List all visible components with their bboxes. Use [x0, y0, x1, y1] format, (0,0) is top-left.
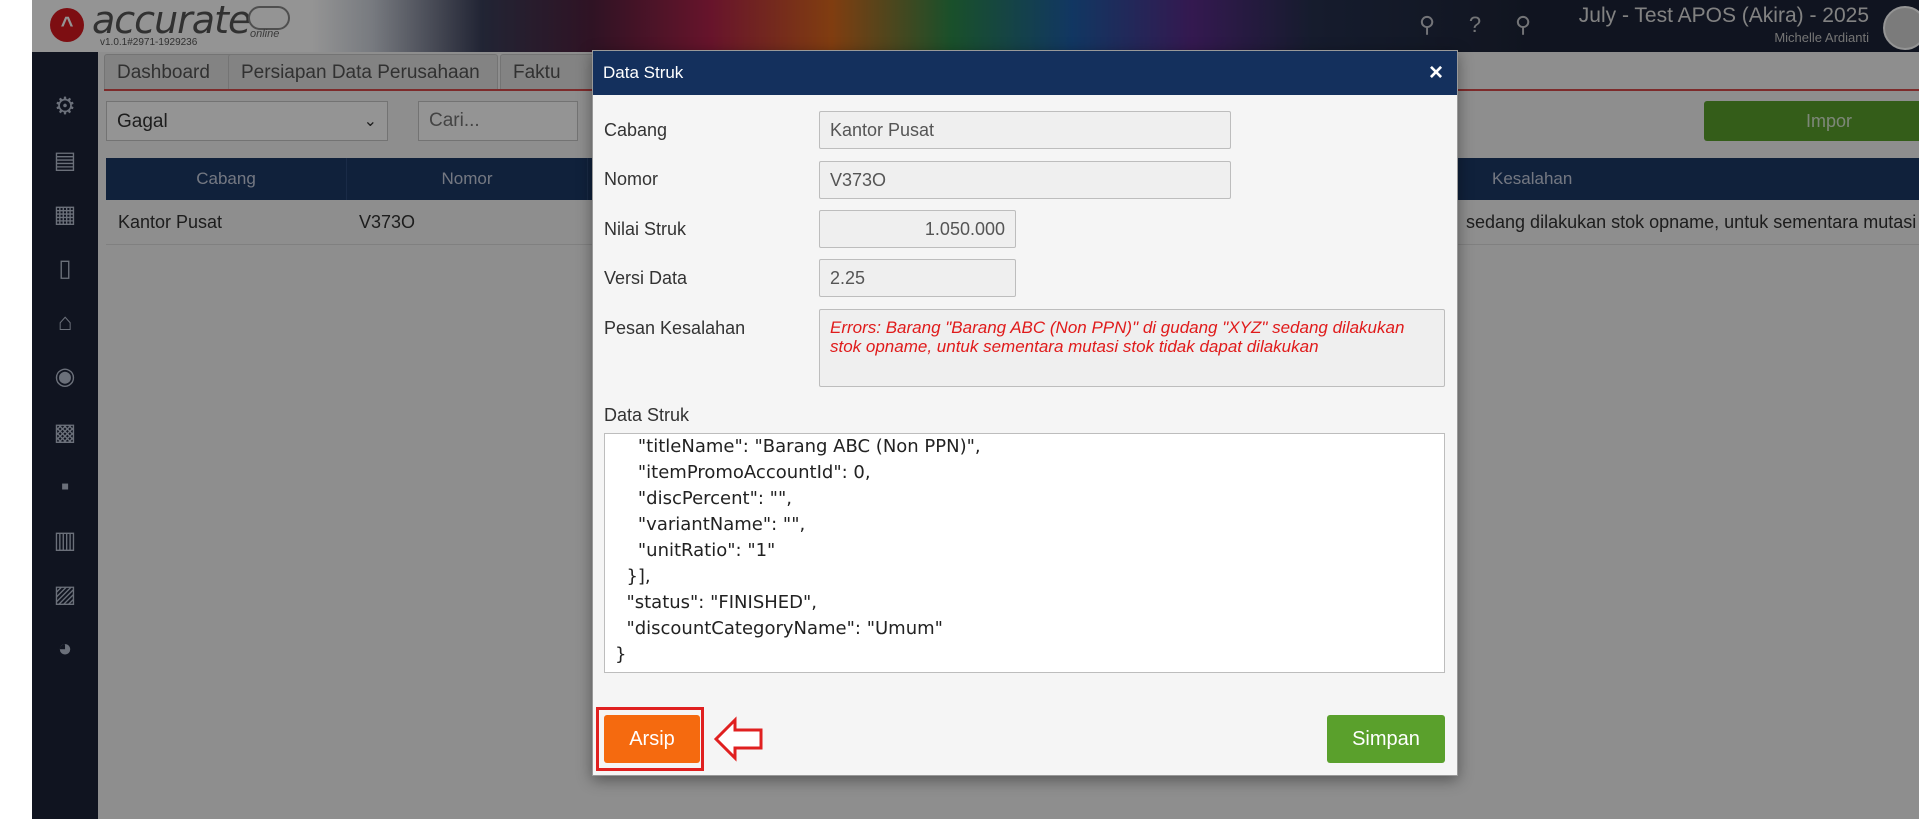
versi-data-field[interactable]: 2.25 — [819, 259, 1016, 297]
json-line: } — [615, 644, 627, 665]
arrow-left-icon — [713, 716, 763, 762]
arsip-button[interactable]: Arsip — [604, 715, 700, 763]
json-textarea[interactable]: "titleName": "Barang ABC (Non PPN)", "it… — [604, 433, 1445, 673]
json-line: }], — [615, 566, 651, 587]
json-line: "titleName": "Barang ABC (Non PPN)", — [615, 436, 981, 457]
json-line: "itemPromoAccountId": 0, — [615, 462, 871, 483]
nomor-label: Nomor — [604, 169, 659, 189]
error-message-field[interactable]: Errors: Barang "Barang ABC (Non PPN)" di… — [819, 309, 1445, 387]
json-line: "discountCategoryName": "Umum" — [615, 618, 943, 639]
close-icon[interactable]: × — [1429, 51, 1443, 95]
dialog-header: Data Struk × — [593, 51, 1457, 95]
cabang-field[interactable]: Kantor Pusat — [819, 111, 1231, 149]
nilai-struk-label: Nilai Struk — [604, 219, 687, 239]
cabang-label: Cabang — [604, 120, 668, 140]
data-struk-dialog: Data Struk × Cabang Kantor Pusat Nomor V… — [592, 50, 1458, 776]
nilai-struk-field[interactable]: 1.050.000 — [819, 210, 1016, 248]
dialog-title: Data Struk — [603, 63, 684, 82]
app-window: ^ accurate online v1.0.1#2971-1929236 ⚲ … — [32, 0, 1919, 819]
json-line: "status": "FINISHED", — [615, 592, 818, 613]
json-line: "discPercent": "", — [615, 488, 792, 509]
pesan-kesalahan-label: Pesan Kesalahan — [604, 318, 746, 338]
versi-data-label: Versi Data — [604, 268, 688, 288]
json-line: "unitRatio": "1" — [615, 540, 776, 561]
simpan-button[interactable]: Simpan — [1327, 715, 1445, 763]
json-line: "variantName": "", — [615, 514, 806, 535]
data-struk-label: Data Struk — [604, 405, 690, 425]
nomor-field[interactable]: V373O — [819, 161, 1231, 199]
